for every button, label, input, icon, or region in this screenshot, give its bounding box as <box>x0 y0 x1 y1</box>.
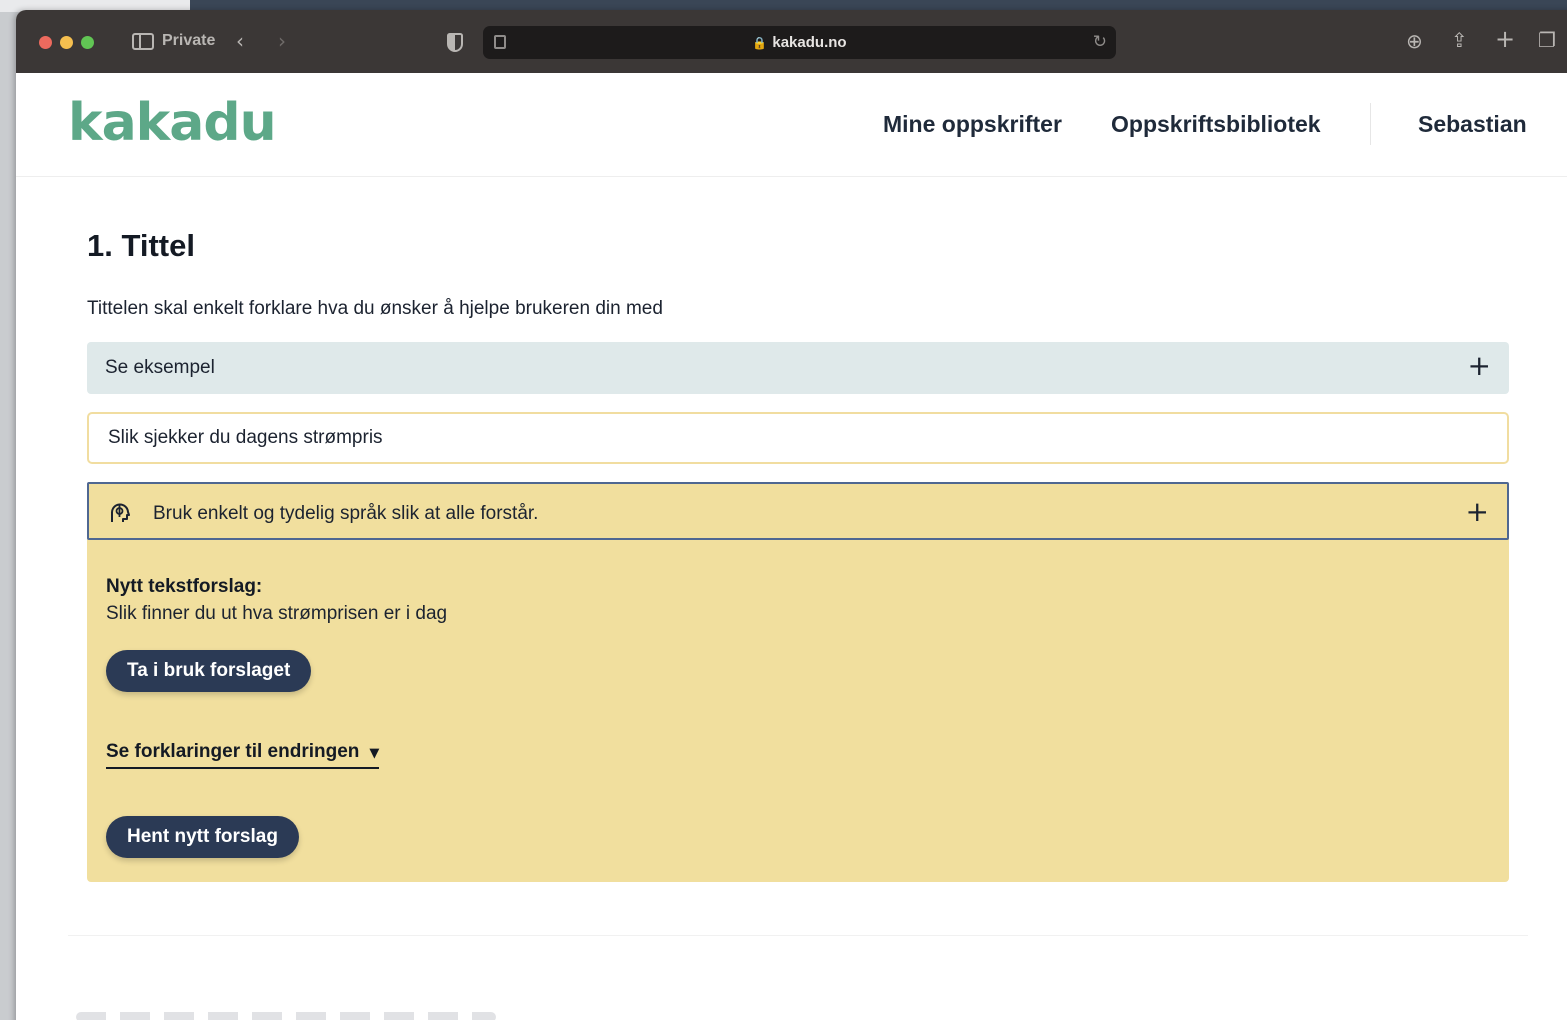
kakadu-logo[interactable]: kakadu <box>68 93 277 153</box>
expand-plus-icon[interactable]: + <box>1466 498 1489 526</box>
back-icon[interactable]: ‹ <box>236 31 244 51</box>
head-idea-icon <box>111 503 130 522</box>
new-suggestion-text: Slik finner du ut hva strømprisen er i d… <box>106 603 448 624</box>
download-icon[interactable]: ⊕ <box>1406 31 1423 51</box>
expand-plus-icon[interactable]: + <box>1468 352 1491 380</box>
caret-down-icon: ▼ <box>369 746 380 761</box>
tip-text: Bruk enkelt og tydelig språk slik at all… <box>153 503 539 524</box>
nav-recipe-library[interactable]: Oppskriftsbibliotek <box>1111 111 1321 138</box>
new-tab-icon[interactable]: + <box>1495 27 1515 51</box>
title-input[interactable] <box>87 412 1509 464</box>
browser-toolbar: Private ‹ › 🔒 kakadu.no ↻ ⊕ ⇪ + ❐ <box>16 10 1567 73</box>
explanations-dropdown-label: Se forklaringer til endringen <box>106 741 360 762</box>
lock-icon: 🔒 <box>752 36 768 50</box>
address-bar[interactable]: 🔒 kakadu.no ↻ <box>483 26 1116 59</box>
close-window-button[interactable] <box>39 36 52 49</box>
tip-accordion[interactable]: Bruk enkelt og tydelig språk slik at all… <box>87 482 1509 540</box>
tabs-overview-icon[interactable]: ❐ <box>1538 30 1556 50</box>
example-accordion-label: Se eksempel <box>105 357 215 378</box>
nav-my-recipes[interactable]: Mine oppskrifter <box>883 111 1062 138</box>
suggestion-panel: Bruk enkelt og tydelig språk slik at all… <box>87 482 1509 882</box>
forward-icon[interactable]: › <box>278 31 286 51</box>
new-suggestion-label: Nytt tekstforslag: <box>106 576 263 597</box>
next-section-heading-cropped <box>76 1012 496 1020</box>
browser-window: Private ‹ › 🔒 kakadu.no ↻ ⊕ ⇪ + ❐ kakadu … <box>16 10 1567 1020</box>
nav-user-menu[interactable]: Sebastian <box>1418 111 1527 138</box>
share-icon[interactable]: ⇪ <box>1451 30 1468 50</box>
window-controls <box>39 36 94 49</box>
sidebar-icon[interactable] <box>132 33 154 50</box>
minimize-window-button[interactable] <box>60 36 73 49</box>
private-mode-label: Private <box>162 32 216 49</box>
use-suggestion-button[interactable]: Ta i bruk forslaget <box>106 650 312 692</box>
zoom-window-button[interactable] <box>81 36 94 49</box>
reload-icon[interactable]: ↻ <box>1093 32 1107 52</box>
section-divider <box>68 935 1528 936</box>
section-title: 1. Tittel <box>87 228 195 263</box>
url-text: kakadu.no <box>772 34 847 51</box>
section-description: Tittelen skal enkelt forklare hva du øns… <box>87 298 663 319</box>
fetch-new-suggestion-button[interactable]: Hent nytt forslag <box>106 816 299 858</box>
example-accordion[interactable]: Se eksempel + <box>87 342 1509 394</box>
site-header: kakadu Mine oppskrifter Oppskriftsbiblio… <box>16 73 1567 177</box>
explanations-dropdown[interactable]: Se forklaringer til endringen ▼ <box>106 741 380 769</box>
shield-icon[interactable] <box>447 33 463 52</box>
nav-divider <box>1370 103 1371 145</box>
